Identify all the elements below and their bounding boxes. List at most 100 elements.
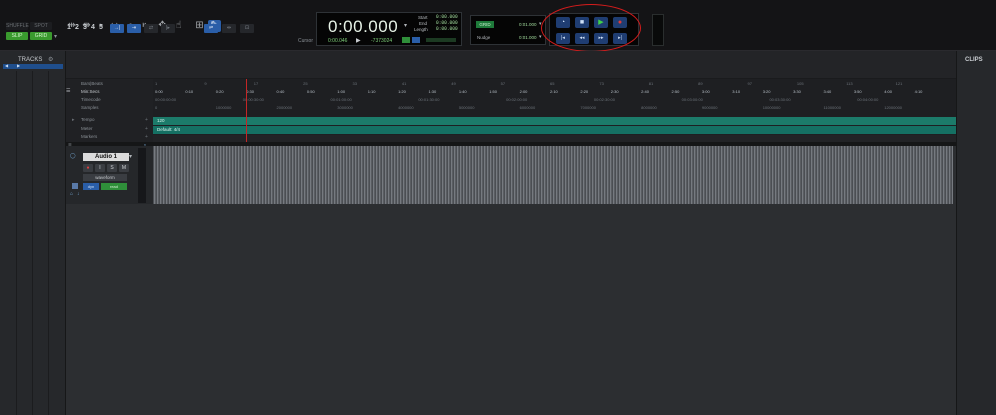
ruler-label-meter[interactable]: Meter (81, 126, 93, 131)
input-monitor-button[interactable]: I (95, 164, 105, 172)
minsecs-tick-label: 2:00 (519, 89, 528, 94)
track-lock-icon[interactable] (72, 183, 78, 189)
sort-icon[interactable]: ◀ (5, 63, 8, 68)
ruler-label-bars[interactable]: Bars|Beats (81, 81, 103, 86)
tempo-value[interactable]: 120 (157, 118, 165, 123)
bars-tick-label: 65 (550, 81, 555, 86)
tempo-add-icon[interactable]: + (145, 117, 148, 123)
markers-ruler[interactable] (153, 135, 956, 142)
samples-tick-label: 7000000 (580, 105, 596, 110)
ruler-label-markers[interactable]: Markers (81, 134, 97, 139)
marker-add-icon[interactable]: + (145, 134, 148, 140)
spot-mode-button[interactable]: SPOT (30, 22, 52, 30)
automation-follows-edit-button[interactable]: ⇹ (222, 24, 236, 33)
minsecs-tick-label: 0:10 (185, 89, 194, 94)
empty-edit-area[interactable] (153, 204, 956, 415)
tracks-title-label: TRACKS (18, 57, 43, 63)
solo-button[interactable]: S (107, 164, 117, 172)
track-header[interactable]: ◯ Audio 1 ▾ ● I S M waveform dyn read ⌂ … (66, 146, 153, 204)
length-value[interactable]: 0:00.000 (436, 27, 458, 32)
minsecs-tick-label: 3:40 (823, 89, 832, 94)
start-value[interactable]: 0:00.000 (436, 15, 458, 20)
ruler-label-timecode[interactable]: Timecode (81, 97, 101, 102)
edit-window-top-strip (66, 51, 956, 79)
ruler-label-tempo[interactable]: Tempo (81, 117, 95, 122)
minsecs-tick-label: 1:10 (367, 89, 376, 94)
link-track-selection-button[interactable]: ⇄ (144, 24, 158, 33)
minsecs-tick-label: 3:50 (853, 89, 862, 94)
mute-button[interactable]: M (119, 164, 129, 172)
link-timeline-button[interactable]: ⇥ (127, 24, 141, 33)
timecode-tick-label: 00:01:00:00 (330, 97, 352, 102)
grid-value[interactable]: 0:01.000 (519, 22, 537, 27)
zoom-preset-4[interactable]: 4 (91, 24, 95, 31)
track-view-selector[interactable]: waveform (83, 174, 127, 181)
samples-tick-label: 0 (155, 105, 158, 110)
minsecs-tick-label: 4:10 (914, 89, 923, 94)
nudge-value[interactable]: 0:01.000 (519, 35, 537, 40)
timecode-tick-label: 00:01:30:00 (418, 97, 440, 102)
show-icon[interactable]: ▶ (17, 63, 20, 68)
timecode-tick-label: 00:00:00:00 (155, 97, 177, 102)
grid-mode-button[interactable]: GRID (30, 32, 52, 40)
nudge-label: Nudge (477, 35, 491, 40)
tracks-settings-icon[interactable]: ⚙ (48, 57, 53, 63)
main-counter-time[interactable]: 0:00.000 (328, 17, 398, 37)
bars-tick-label: 81 (648, 81, 654, 86)
meter-ruler[interactable]: Default: 4/4 (153, 126, 956, 134)
counter-dropdown-icon[interactable]: ▾ (404, 22, 407, 29)
bars-tick-label: 105 (796, 81, 804, 86)
nudge-dropdown-icon[interactable]: ▾ (539, 34, 542, 40)
ruler-label-samples[interactable]: Samples (81, 105, 99, 110)
zoom-preset-1[interactable]: 1 (67, 24, 71, 31)
minsecs-tick-label: 1:20 (398, 89, 406, 94)
grid-tag[interactable]: GRID (476, 21, 494, 28)
minsecs-tick-label: 3:20 (762, 89, 771, 94)
zoom-preset-5[interactable]: 5 (99, 24, 103, 31)
timecode-tick-label: 00:04:00:00 (857, 97, 879, 102)
bars-tick-label: 113 (846, 81, 853, 86)
samples-tick-label: 1000000 (215, 105, 232, 110)
mirror-midi-button[interactable]: ⇌ (204, 24, 218, 33)
bars-tick-label: 73 (599, 81, 604, 86)
samples-tick-label: 10000000 (762, 105, 781, 110)
timecode-tick-label: 00:02:30:00 (593, 97, 616, 102)
playhead-line[interactable] (246, 79, 247, 143)
zoom-preset-3[interactable]: 3 (83, 24, 87, 31)
track-io-button[interactable]: dyn (83, 183, 99, 190)
ruler-label-minsecs[interactable]: Min:Secs (81, 89, 100, 94)
tracks-list-header[interactable]: ◀ ▶ (3, 63, 63, 69)
slip-mode-button[interactable]: SLIP (6, 32, 28, 40)
track-expand-icon[interactable]: ↓ (77, 191, 80, 197)
dly-badge (402, 37, 410, 43)
tab-to-transients-button[interactable]: →| (110, 24, 124, 33)
audio-track-lane[interactable] (153, 146, 953, 204)
grid-mode-chevron-icon[interactable]: ▾ (54, 33, 57, 40)
tempo-expand-icon[interactable]: ▸ (72, 117, 75, 123)
cursor-value: 0:00.046 (328, 38, 348, 44)
track-comments-icon[interactable]: ⌂ (70, 191, 73, 197)
meter-value[interactable]: Default: 4/4 (157, 127, 180, 132)
tempo-ruler[interactable]: 120 (153, 117, 956, 125)
bars-tick-label: 25 (303, 81, 308, 86)
record-enable-button[interactable]: ● (83, 164, 93, 172)
samples-tick-label: 11000000 (823, 105, 841, 110)
ruler-options-icon[interactable]: ☰ (66, 88, 70, 94)
ruler-labels: Bars|Beats ☰ Min:Secs Timecode Samples ▸… (66, 79, 153, 142)
track-name[interactable]: Audio 1 (83, 153, 129, 161)
end-value[interactable]: 0:00.000 (436, 21, 458, 26)
meter-add-icon[interactable]: + (145, 126, 148, 132)
minsecs-tick-label: 3:30 (793, 89, 801, 94)
ruler-timeline[interactable]: 120 Default: 4/4 1 9 17 25 33 41 49 57 65 73 81 89 9… (153, 79, 956, 142)
keyboard-focus-button[interactable]: ⊡ (240, 24, 254, 33)
minsecs-tick-label: 1:50 (489, 89, 498, 94)
insertion-follows-playback-button[interactable]: |▸ (161, 24, 175, 33)
bars-tick-label: 97 (747, 81, 752, 86)
zoom-preset-2[interactable]: 2 (75, 24, 79, 31)
track-name-dropdown-icon[interactable]: ▾ (129, 153, 132, 160)
minsecs-tick-label: 2:10 (550, 89, 558, 94)
minsecs-tick-label: 2:50 (671, 89, 680, 94)
sync-badge (412, 37, 420, 43)
automation-mode-button[interactable]: read (101, 183, 127, 190)
shuffle-mode-button[interactable]: SHUFFLE (6, 22, 29, 30)
